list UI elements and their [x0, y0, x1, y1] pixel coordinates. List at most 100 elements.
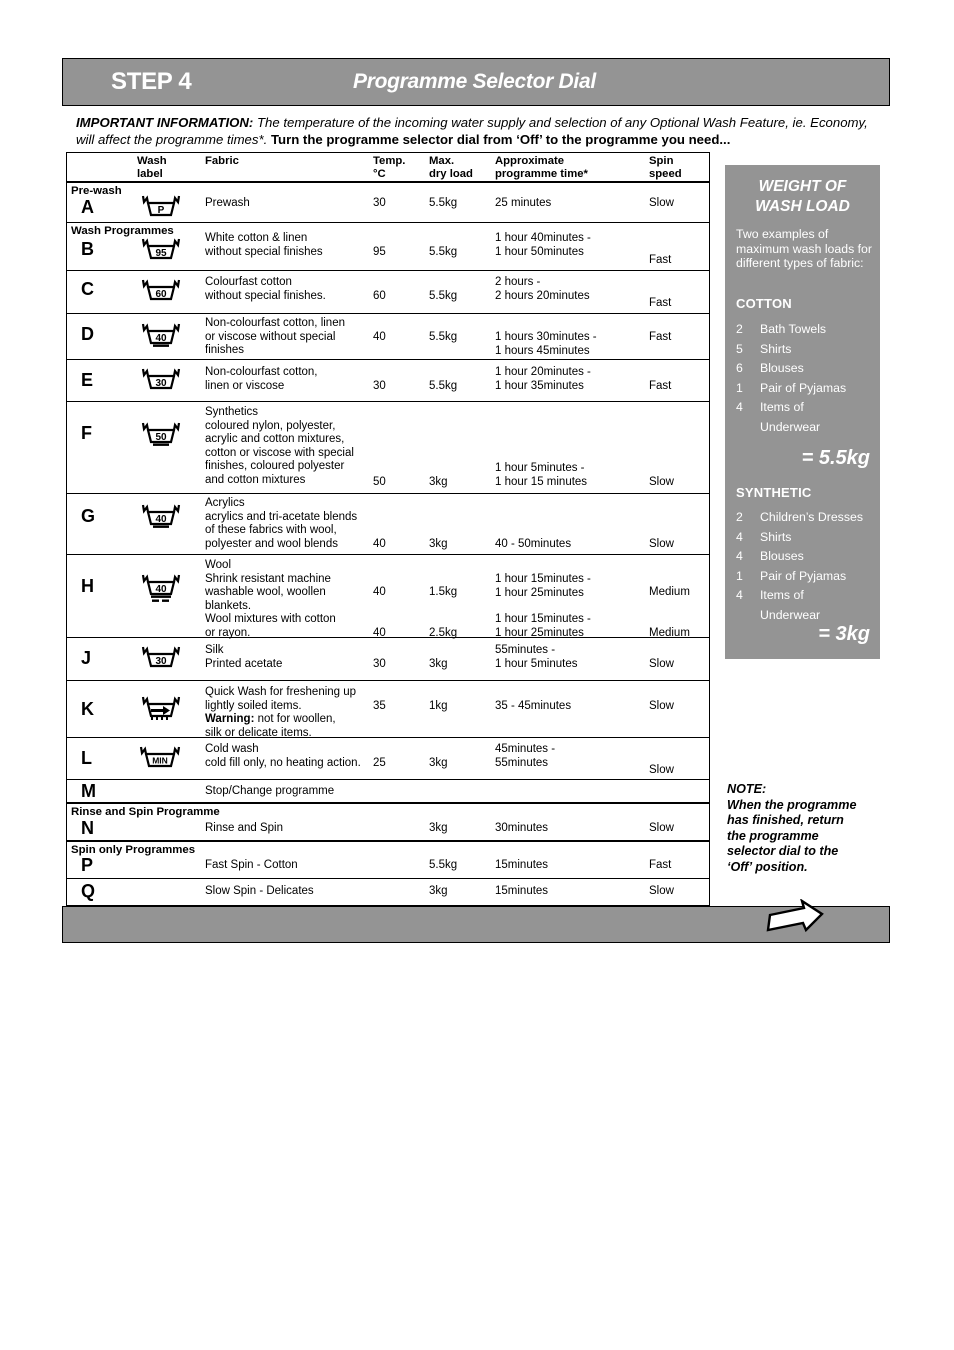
item-label: Blouses — [760, 361, 804, 376]
table-row: Wash Programmes B 95 White cotton & line… — [67, 223, 709, 271]
cell-temp: 30 — [373, 197, 386, 209]
item-label: Underwear — [760, 607, 821, 622]
warning-text: not for woollen, — [254, 713, 336, 725]
cell-load: 3kg — [429, 757, 448, 769]
svg-text:P: P — [158, 205, 165, 216]
step-label: STEP 4 — [111, 68, 192, 95]
wash-label-icon-95: 95 — [139, 236, 183, 262]
step-header-bar: STEP 4 Programme Selector Dial — [62, 58, 890, 106]
programme-selector-page: STEP 4 Programme Selector Dial IMPORTANT… — [0, 0, 954, 1350]
synthetic-heading: SYNTHETIC — [736, 485, 812, 500]
row-letter: L — [81, 748, 92, 768]
cell-spin: Fast — [649, 859, 672, 871]
cell-spin: Slow — [649, 476, 674, 488]
cell-fabric: Fast Spin - Cotton — [205, 859, 298, 871]
wash-label-icon-MIN: MIN — [137, 744, 181, 770]
cell-load: 3kg — [429, 538, 448, 550]
item-count: 1 — [736, 380, 743, 395]
cell-temp: 30 — [373, 380, 386, 392]
cell-spin: Fast — [649, 331, 672, 343]
row-letter: D — [81, 324, 94, 344]
cell-load: 5.5kg — [429, 197, 458, 209]
row-letter: Q — [81, 881, 96, 901]
cell-load: 5.5kg — [429, 246, 458, 258]
item-count: 6 — [736, 361, 743, 376]
svg-text:MIN: MIN — [152, 756, 168, 766]
cell-time: 45minutes - 55minutes — [495, 743, 556, 769]
cell-temp: 40 — [373, 586, 386, 598]
svg-text:40: 40 — [155, 514, 167, 525]
next-arrow-icon[interactable] — [764, 898, 826, 935]
group-heading-rinse-and-spin: Rinse and Spin Programme — [71, 806, 220, 818]
item-count: 4 — [736, 549, 743, 564]
cell-load: 1kg — [429, 700, 448, 712]
cell-spin: Fast — [649, 297, 672, 309]
item-count: 4 — [736, 400, 743, 415]
important-lead: IMPORTANT INFORMATION: — [76, 115, 254, 130]
table-row: L MIN Cold wash cold fill only, no heati… — [67, 738, 709, 780]
cell-spin: Slow — [649, 822, 674, 834]
cell-spin: Slow — [649, 658, 674, 670]
cell-time: 25 minutes — [495, 197, 552, 209]
cell-time: 35 - 45minutes — [495, 700, 572, 712]
cell-fabric: Synthetics coloured nylon, polyester, ac… — [205, 406, 354, 486]
weight-panel-title: WEIGHT OF WASH LOAD — [755, 178, 850, 215]
wash-label-icon-30: 30 — [139, 366, 183, 392]
cell-fabric: Rinse and Spin — [205, 822, 283, 834]
group-heading-prewash: Pre-wash — [71, 185, 122, 197]
cell-load: 5.5kg — [429, 290, 458, 302]
col-header-fabric: Fabric — [205, 155, 239, 167]
cotton-total: = 5.5kg — [801, 447, 870, 469]
col-header-spin-speed: Spin speed — [649, 155, 682, 180]
cell-load: 1.5kg — [429, 586, 458, 598]
cell-fabric-secondary: Wool mixtures with cotton or rayon. — [205, 613, 336, 639]
cell-load: 3kg — [429, 885, 448, 897]
cell-fabric: Non-colourfast cotton, linen or viscose … — [205, 317, 345, 356]
fabric-line-2: lightly soiled items. — [205, 699, 302, 712]
wash-label-icon-40-bar: 40 — [139, 321, 183, 347]
row-letter: J — [81, 648, 92, 668]
list-item: 2 Bath Towels — [736, 320, 881, 340]
item-label: Items of — [760, 588, 804, 603]
item-label: Blouses — [760, 549, 804, 564]
row-letter: H — [81, 576, 94, 596]
cell-time: 1 hour 40minutes - 1 hour 50minutes — [495, 232, 591, 258]
list-item: 2 Children’s Dresses — [736, 508, 881, 528]
svg-text:30: 30 — [155, 656, 167, 667]
cell-fabric: Prewash — [205, 197, 250, 209]
note-text: NOTE: When the programme has finished, r… — [727, 782, 857, 874]
list-item: Underwear — [736, 418, 881, 438]
table-row: Pre-wash A P Prewash 30 5.5kg 25 minutes… — [67, 183, 709, 223]
row-letter: P — [81, 855, 94, 875]
svg-text:95: 95 — [155, 248, 167, 259]
svg-text:30: 30 — [155, 378, 167, 389]
cell-spin: Slow — [649, 538, 674, 550]
wash-label-icon-50-bar: 50 — [139, 420, 183, 446]
item-count: 1 — [736, 568, 743, 583]
table-row: J 30 Silk Printed acetate 30 3kg 55minut… — [67, 638, 709, 681]
row-letter: G — [81, 506, 96, 526]
cell-fabric: Stop/Change programme — [205, 785, 335, 797]
cell-temp: 40 — [373, 331, 386, 343]
list-item: 4 Blouses — [736, 547, 881, 567]
cell-time: 1 hours 30minutes - 1 hours 45minutes — [495, 331, 597, 357]
cell-spin: Slow — [649, 885, 674, 897]
wash-label-icon-60: 60 — [139, 277, 183, 303]
item-count: 4 — [736, 588, 743, 603]
cell-time: 55minutes - 1 hour 5minutes — [495, 644, 578, 670]
cell-fabric: Slow Spin - Delicates — [205, 885, 314, 897]
table-row: D 40 Non-colourfast cotton, linen or vis… — [67, 314, 709, 360]
col-header-temp: Temp. °C — [373, 155, 406, 180]
cell-load: 5.5kg — [429, 331, 458, 343]
table-row: H 40 Wool Shrink resistant machine washa… — [67, 555, 709, 639]
svg-text:60: 60 — [155, 289, 167, 300]
cell-time: 1 hour 20minutes - 1 hour 35minutes — [495, 366, 591, 392]
table-row: G 40 Acrylics acrylics and tri-acetate b… — [67, 494, 709, 555]
row-letter: N — [81, 818, 94, 838]
table-row: F 50 Synthetics coloured nylon, polyeste… — [67, 402, 709, 494]
table-row: Rinse and Spin Programme N Rinse and Spi… — [67, 804, 709, 842]
row-letter: A — [81, 197, 94, 217]
svg-text:40: 40 — [155, 584, 167, 595]
row-letter: B — [81, 239, 94, 259]
cell-fabric: Wool Shrink resistant machine washable w… — [205, 559, 331, 612]
